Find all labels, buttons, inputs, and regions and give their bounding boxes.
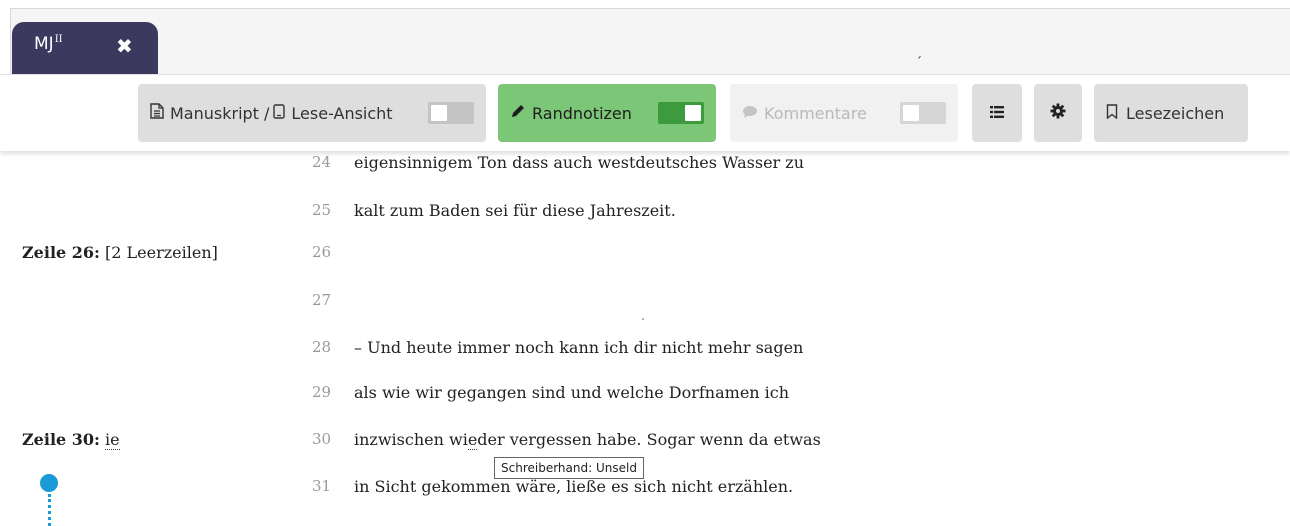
- line-number: 25: [312, 201, 332, 219]
- timeline-marker[interactable]: [40, 474, 58, 492]
- manuscript-toggle-switch[interactable]: [428, 102, 474, 124]
- stray-mark: ˊ: [916, 55, 922, 69]
- text-line: 28 – Und heute immer noch kann ich dir n…: [0, 338, 1290, 378]
- comments-button[interactable]: Kommentare: [730, 84, 958, 142]
- line-text: – Und heute immer noch kann ich dir nich…: [354, 338, 804, 357]
- line-text: in Sicht gekommen wäre, ließe es sich ni…: [354, 477, 794, 496]
- line-text: eigensinnigem Ton dass auch westdeutsche…: [354, 153, 805, 172]
- margin-notes-toggle-switch[interactable]: [658, 102, 704, 124]
- line-text: als wie wir gegangen sind und welche Dor…: [354, 383, 790, 402]
- line-number: 30: [312, 430, 332, 448]
- bookmarks-button[interactable]: Lesezeichen: [1094, 84, 1248, 142]
- line-number: 27: [312, 291, 332, 309]
- line-text: kalt zum Baden sei für diese Jahreszeit.: [354, 201, 676, 220]
- bookmark-icon: [1106, 103, 1118, 123]
- tab-bar: [10, 8, 1290, 75]
- margin-note[interactable]: Zeile 30: ie: [22, 430, 120, 450]
- text-line: 24 eigensinnigem Ton dass auch westdeuts…: [0, 153, 1290, 193]
- tablet-icon: [273, 103, 286, 123]
- tab-label: MJII: [34, 34, 63, 54]
- list-icon: [989, 104, 1005, 123]
- text-line: Zeile 26: [2 Leerzeilen] 26: [0, 243, 1290, 283]
- comments-label: Kommentare: [764, 103, 867, 123]
- close-icon[interactable]: ✖: [116, 36, 133, 56]
- line-text: inzwischen wieder vergessen habe. Sogar …: [354, 430, 821, 450]
- timeline-connector: [48, 494, 51, 526]
- manuscript-reading-toggle-button[interactable]: Manuskript / Lese-Ansicht: [138, 84, 486, 142]
- margin-notes-label: Randnotizen: [532, 103, 632, 123]
- margin-note: Zeile 26: [2 Leerzeilen]: [22, 243, 218, 262]
- line-number: 31: [312, 477, 332, 495]
- text-line: 27: [0, 291, 1290, 331]
- pencil-icon: [510, 103, 526, 123]
- comments-toggle-switch[interactable]: [900, 102, 946, 124]
- text-line: 31 in Sicht gekommen wäre, ließe es sich…: [0, 477, 1290, 517]
- toolbar: Manuskript / Lese-Ansicht Randnotizen Ko…: [0, 74, 1290, 151]
- annotated-letter[interactable]: e: [467, 430, 478, 450]
- table-of-contents-button[interactable]: [972, 84, 1022, 142]
- line-number: 29: [312, 383, 332, 401]
- document-icon: [150, 103, 164, 123]
- reading-view-label: Lese-Ansicht: [291, 103, 393, 123]
- tab-mj-ii[interactable]: MJII ✖: [12, 22, 158, 74]
- text-line: 29 als wie wir gegangen sind und welche …: [0, 383, 1290, 423]
- line-number: 28: [312, 338, 332, 356]
- bookmarks-label: Lesezeichen: [1126, 103, 1225, 123]
- manuscript-label: Manuskript /: [170, 103, 270, 123]
- stray-mark: ˊ: [640, 318, 645, 329]
- scribe-hand-tooltip: Schreiberhand: Unseld: [494, 457, 644, 479]
- margin-notes-button[interactable]: Randnotizen: [498, 84, 716, 142]
- settings-button[interactable]: [1034, 84, 1082, 142]
- comment-icon: [742, 104, 758, 123]
- text-line: 25 kalt zum Baden sei für diese Jahresze…: [0, 201, 1290, 241]
- gear-icon: [1050, 103, 1066, 123]
- text-line: Zeile 30: ie 30 inzwischen wieder verges…: [0, 430, 1290, 470]
- line-number: 24: [312, 153, 332, 171]
- line-number: 26: [312, 243, 332, 261]
